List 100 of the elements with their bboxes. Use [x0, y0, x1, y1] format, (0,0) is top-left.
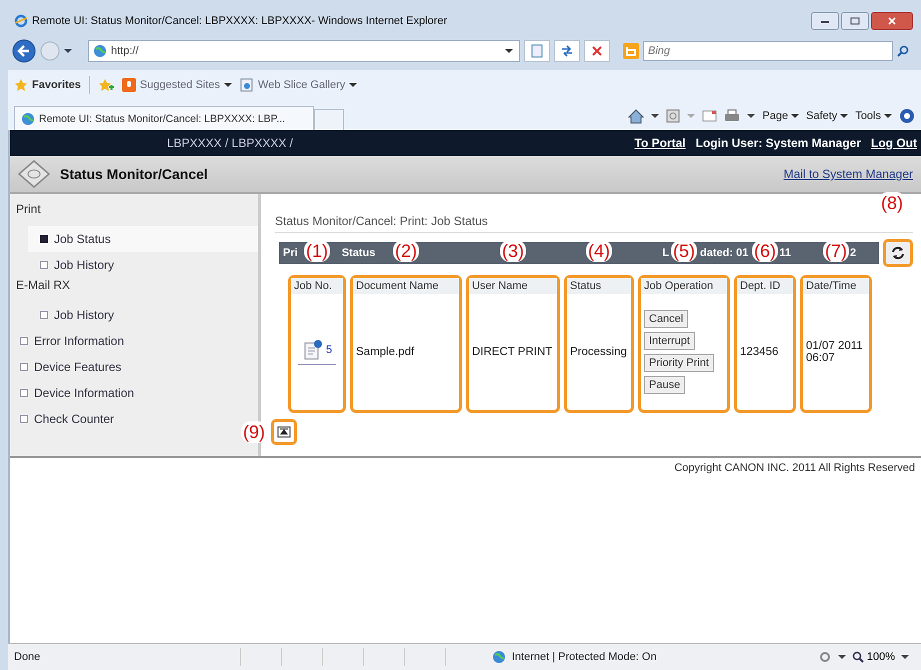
refresh-button[interactable]	[883, 239, 913, 267]
favorites-bar-link[interactable]: Suggested Sites	[122, 78, 232, 92]
login-user-text: Login User: System Manager	[696, 136, 862, 150]
search-field[interactable]: Bing	[643, 41, 893, 61]
callout-number: (7)	[823, 240, 849, 262]
bar-text: 11	[779, 247, 791, 259]
maximize-icon	[850, 17, 860, 25]
dropdown-arrow-icon[interactable]	[651, 113, 660, 119]
bar-text: Pri	[283, 247, 298, 259]
command-menu[interactable]: Safety	[806, 110, 848, 122]
close-icon	[591, 45, 603, 57]
compatibility-button[interactable]	[524, 40, 550, 62]
favorites-bar-link[interactable]: Web Slice Gallery	[240, 78, 358, 92]
browser-tab[interactable]: Remote UI: Status Monitor/Cancel: LBPXXXX: LBP...	[14, 106, 314, 130]
column-header: Date/Time	[803, 278, 869, 294]
sidebar-heading: E-Mail RX	[15, 278, 72, 294]
dropdown-arrow-icon	[840, 113, 848, 119]
dropdown-arrow-icon	[224, 82, 232, 88]
search-icon[interactable]	[897, 45, 909, 57]
printer-icon[interactable]	[724, 109, 740, 123]
web-page-icon	[240, 78, 254, 92]
bar-text: 2	[850, 247, 856, 259]
callout-number: (9)	[241, 421, 267, 443]
job-number-link[interactable]: 5	[326, 344, 332, 356]
header-link[interactable]: To Portal	[634, 136, 686, 150]
dropdown-arrow-icon[interactable]	[64, 48, 72, 54]
column-header: Dept. ID	[737, 278, 793, 294]
header-link[interactable]: Log Out	[871, 136, 917, 150]
dropdown-arrow-icon	[884, 113, 892, 119]
sidebar-item[interactable]: Device Information	[10, 380, 258, 406]
refresh-icon	[890, 245, 906, 261]
dropdown-arrow-icon	[349, 82, 358, 88]
favorites-button[interactable]: Favorites	[14, 78, 81, 92]
sidebar-item[interactable]: Job History	[28, 252, 258, 278]
page-icon	[530, 44, 544, 58]
dropdown-arrow-icon[interactable]	[747, 113, 756, 119]
job-operation-button[interactable]: Interrupt	[644, 332, 695, 350]
bar-text: L	[662, 247, 670, 259]
sidebar-item[interactable]: Device Features	[10, 354, 258, 380]
column-header: User Name	[469, 278, 557, 294]
column-header: Job No.	[291, 278, 343, 294]
zoom-button[interactable]: 100%	[852, 651, 895, 663]
device-name: LBPXXXX / LBPXXXX /	[166, 136, 294, 150]
callout-number: (4)	[586, 240, 612, 262]
command-menu[interactable]: Tools	[855, 110, 892, 122]
job-operation-button[interactable]: Cancel	[644, 310, 688, 328]
address-field[interactable]: http://	[88, 40, 520, 62]
callout-number: (2)	[393, 240, 419, 262]
globe-icon	[93, 44, 107, 58]
dropdown-arrow-icon[interactable]	[505, 48, 513, 54]
globe-icon	[21, 112, 35, 126]
job-operation-button[interactable]: Priority Print	[644, 354, 714, 372]
breadcrumb: Status Monitor/Cancel: Print: Job Status	[275, 214, 913, 233]
document-icon[interactable]	[302, 339, 324, 361]
home-icon[interactable]	[628, 108, 644, 124]
dropdown-arrow-icon[interactable]	[838, 654, 846, 660]
callout-number: (1)	[304, 240, 330, 262]
job-operation-button[interactable]: Pause	[644, 376, 686, 394]
column-header: Status	[567, 278, 631, 294]
status-text: Done	[14, 651, 40, 663]
table-cell-text: 01/07 2011 06:07	[806, 340, 864, 364]
suggested-sites-icon	[122, 78, 136, 92]
diamond-logo-icon	[18, 160, 50, 188]
sidebar-item[interactable]: Job Status	[28, 226, 258, 252]
table-cell: 123456	[740, 346, 778, 358]
star-icon	[14, 78, 28, 92]
sidebar-item[interactable]: Error Information	[10, 328, 258, 354]
sidebar-item[interactable]: Job History	[28, 302, 258, 328]
copyright-text: Copyright CANON INC. 2011 All Rights Reserved	[673, 461, 916, 476]
column-header: Document Name	[353, 278, 459, 294]
close-icon	[887, 17, 897, 25]
table-cell: DIRECT PRINT	[472, 346, 552, 358]
bar-text: dated: 01	[700, 247, 748, 259]
callout-number: (3)	[500, 240, 526, 262]
window-title: Remote UI: Status Monitor/Cancel: LBPXXXX: LBPXXXX- Windows Internet Explorer	[32, 15, 448, 27]
refresh-icon	[560, 44, 574, 58]
security-zone-text: Internet | Protected Mode: On	[512, 651, 658, 663]
table-cell: Processing	[570, 346, 627, 358]
page-title: Status Monitor/Cancel	[60, 166, 208, 182]
minimize-button[interactable]	[811, 12, 839, 30]
mail-link[interactable]: Mail to System Manager	[784, 167, 913, 181]
back-to-top-button[interactable]	[271, 419, 297, 445]
globe-icon	[492, 650, 506, 664]
back-button[interactable]	[12, 39, 36, 63]
search-provider-icon	[623, 43, 639, 59]
close-button[interactable]	[871, 12, 913, 30]
callout-number: (6)	[752, 240, 778, 262]
table-cell: Sample.pdf	[356, 346, 414, 358]
command-menu[interactable]: Page	[762, 110, 800, 122]
add-favorite-icon[interactable]	[98, 78, 114, 92]
bar-text: Status	[342, 247, 376, 259]
column-header: Job Operation	[641, 278, 727, 294]
magnifier-icon	[852, 651, 864, 663]
mail-icon[interactable]	[702, 110, 718, 122]
dropdown-arrow-icon	[791, 113, 800, 119]
maximize-button[interactable]	[841, 12, 869, 30]
dropdown-arrow-icon[interactable]	[901, 654, 909, 660]
stop-button[interactable]	[584, 40, 610, 62]
minimize-icon	[820, 18, 830, 24]
sidebar-heading: Print	[15, 202, 42, 218]
